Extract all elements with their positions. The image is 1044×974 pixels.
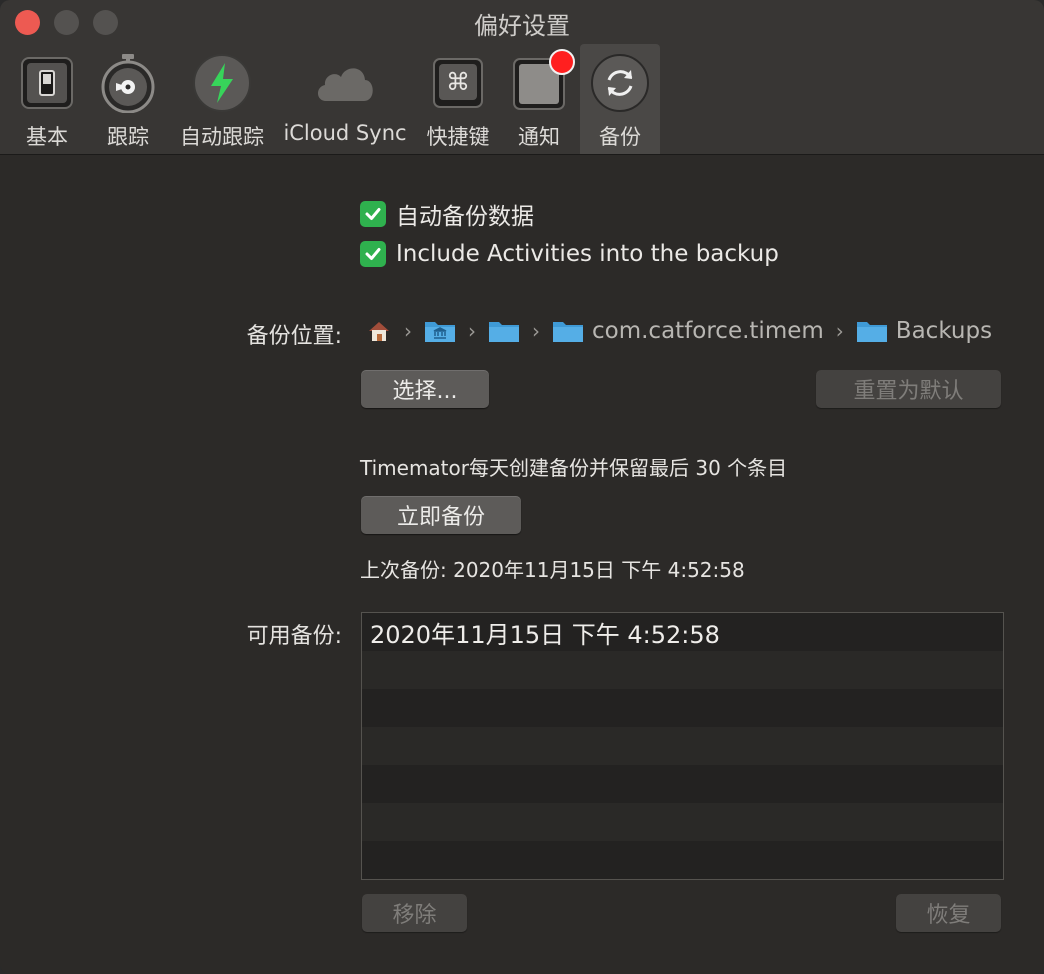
tab-label: 备份 <box>599 125 641 149</box>
include-activities-option[interactable]: Include Activities into the backup <box>360 241 779 267</box>
switch-icon <box>17 53 77 113</box>
available-backups-list[interactable]: 2020年11月15日 下午 4:52:58 <box>361 612 1004 880</box>
tab-basic[interactable]: 基本 <box>14 44 80 154</box>
tab-label: 基本 <box>26 125 68 149</box>
tab-auto-tracking[interactable]: 自动跟踪 <box>176 44 268 154</box>
include-activities-label: Include Activities into the backup <box>396 241 779 267</box>
list-item <box>362 689 1003 727</box>
bolt-icon <box>192 53 252 113</box>
preferences-window: 偏好设置 基本 跟踪 自动跟踪 iCloud Sync ⌘ 快捷键 通知 备份 … <box>0 0 1044 974</box>
include-activities-checkbox[interactable] <box>360 241 386 267</box>
checkmark-icon <box>365 248 381 260</box>
list-item[interactable]: 2020年11月15日 下午 4:52:58 <box>362 613 1003 651</box>
stopwatch-icon <box>98 53 158 114</box>
tab-label: 快捷键 <box>426 125 490 149</box>
tab-label: 自动跟踪 <box>180 125 264 149</box>
title-bar: 偏好设置 基本 跟踪 自动跟踪 iCloud Sync ⌘ 快捷键 通知 备份 <box>0 0 1044 155</box>
available-backups-label: 可用备份: <box>246 624 342 649</box>
path-segment: com.catforce.timem <box>592 318 824 344</box>
list-item <box>362 765 1003 803</box>
sync-icon <box>590 53 650 113</box>
auto-backup-label: 自动备份数据 <box>396 204 534 230</box>
checkmark-icon <box>365 208 381 220</box>
tab-notifications[interactable]: 通知 <box>506 44 575 154</box>
path-separator: › <box>468 319 476 343</box>
notification-icon <box>509 49 575 113</box>
list-item <box>362 727 1003 765</box>
list-item <box>362 651 1003 689</box>
svg-text:⌘: ⌘ <box>446 68 470 96</box>
notification-badge <box>549 49 575 75</box>
auto-backup-checkbox[interactable] <box>360 201 386 227</box>
auto-backup-option[interactable]: 自动备份数据 <box>360 197 534 231</box>
tab-shortcuts[interactable]: ⌘ 快捷键 <box>423 44 493 154</box>
library-folder-icon <box>424 319 456 343</box>
reset-default-button[interactable]: 重置为默认 <box>816 370 1001 408</box>
command-key-icon: ⌘ <box>428 53 488 113</box>
cloud-icon <box>312 53 378 113</box>
last-backup-info: 上次备份: 2020年11月15日 下午 4:52:58 <box>360 558 745 582</box>
path-segment: Backups <box>895 318 993 344</box>
folder-icon <box>488 319 520 343</box>
tab-backup[interactable]: 备份 <box>580 44 660 154</box>
window-title: 偏好设置 <box>474 12 570 40</box>
path-separator: › <box>532 319 540 343</box>
tab-label: 通知 <box>518 125 560 149</box>
folder-icon <box>856 319 888 343</box>
path-separator: › <box>835 319 844 343</box>
path-separator: › <box>404 319 412 343</box>
tab-tracking[interactable]: 跟踪 <box>96 44 160 154</box>
home-icon <box>366 318 392 344</box>
tab-label: iCloud Sync <box>283 121 407 145</box>
tab-icloud-sync[interactable]: iCloud Sync <box>282 44 408 154</box>
choose-location-button[interactable]: 选择... <box>361 370 489 408</box>
restore-backup-button[interactable]: 恢复 <box>896 894 1001 932</box>
folder-icon <box>552 319 584 343</box>
list-item <box>362 841 1003 879</box>
backup-now-button[interactable]: 立即备份 <box>361 496 521 534</box>
backup-schedule-info: Timemator每天创建备份并保留最后 30 个条目 <box>360 456 788 480</box>
remove-backup-button[interactable]: 移除 <box>362 894 467 932</box>
tab-label: 跟踪 <box>107 125 149 149</box>
list-item <box>362 803 1003 841</box>
backup-location-label: 备份位置: <box>246 324 342 349</box>
backup-path-control[interactable]: › › › com.catforce.timem › Backups <box>366 312 996 350</box>
